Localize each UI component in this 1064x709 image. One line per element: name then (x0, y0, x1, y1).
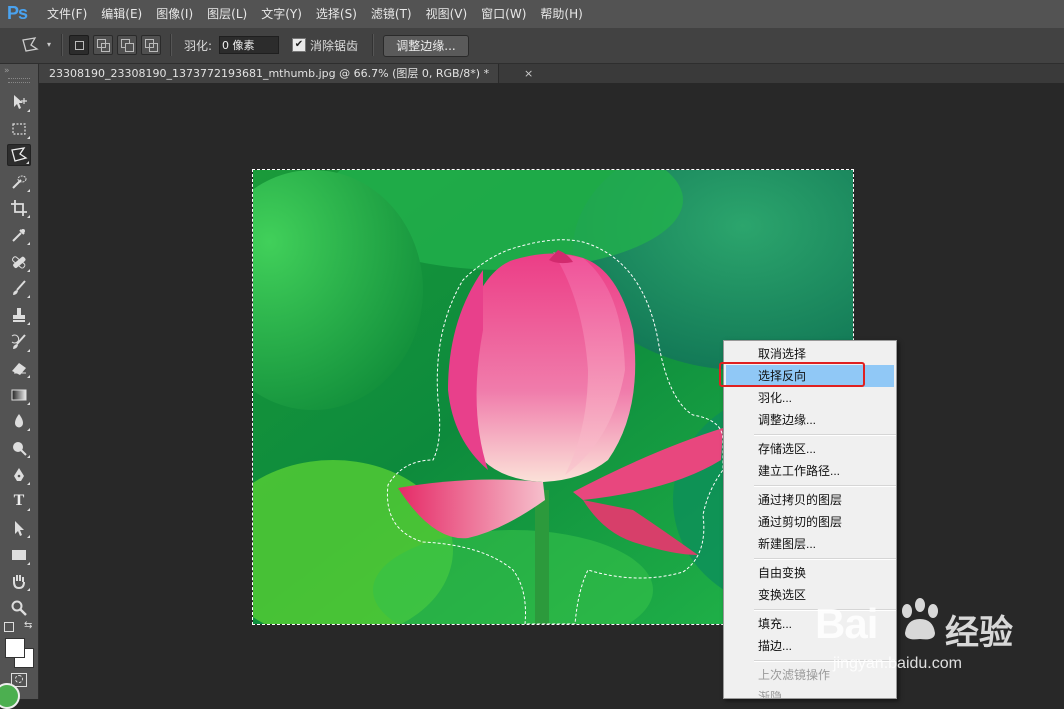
chevron-down-icon: ▾ (47, 40, 52, 49)
main-menu: 文件(F) 编辑(E) 图像(I) 图层(L) 文字(Y) 选择(S) 滤镜(T… (40, 0, 590, 28)
panel-grip[interactable] (8, 78, 30, 83)
watermark-brand: Bai (815, 600, 878, 647)
eraser-tool[interactable] (7, 357, 31, 379)
type-tool[interactable]: T (7, 490, 31, 512)
divider (372, 34, 374, 56)
menu-type[interactable]: 文字(Y) (254, 0, 309, 28)
dodge-tool[interactable] (7, 437, 31, 459)
menu-item-save-selection[interactable]: 存储选区... (724, 438, 896, 460)
tool-preset-picker[interactable]: ▾ (20, 36, 56, 56)
screen-mode-icon[interactable] (0, 683, 20, 709)
crop-icon (11, 200, 27, 216)
tools-panel: » T ⇆ (0, 64, 39, 709)
new-selection-button[interactable] (69, 35, 89, 55)
pen-icon (14, 468, 24, 481)
eyedropper-icon (12, 229, 25, 242)
document-tab[interactable]: 23308190_23308190_1373772193681_mthumb.j… (39, 64, 499, 83)
options-bar: ▾ 羽化: 0 像素 ✔ 消除锯齿 调整边缘... (0, 28, 1064, 64)
menu-separator (754, 434, 896, 436)
history-brush-icon (11, 334, 26, 349)
menu-item-feather[interactable]: 羽化... (724, 387, 896, 409)
healing-brush-icon (12, 256, 26, 269)
gradient-icon (11, 389, 27, 401)
swap-colors-icon[interactable]: ⇆ (24, 620, 32, 631)
menu-item-make-work-path[interactable]: 建立工作路径... (724, 460, 896, 482)
polygonal-lasso-tool[interactable] (7, 144, 31, 166)
menu-file[interactable]: 文件(F) (40, 0, 94, 28)
menu-layer[interactable]: 图层(L) (200, 0, 254, 28)
antialias-label: 消除锯齿 (310, 39, 359, 53)
menu-item-layer-via-copy[interactable]: 通过拷贝的图层 (724, 489, 896, 511)
menu-edit[interactable]: 编辑(E) (94, 0, 149, 28)
divider (61, 34, 63, 56)
photoshop-logo: Ps (7, 3, 28, 23)
gradient-tool[interactable] (7, 384, 31, 406)
menu-item-new-layer[interactable]: 新建图层... (724, 533, 896, 555)
rectangle-icon (12, 550, 26, 560)
refine-edge-button[interactable]: 调整边缘... (383, 35, 469, 57)
document-tab-bar: 23308190_23308190_1373772193681_mthumb.j… (39, 64, 1064, 83)
menu-window[interactable]: 窗口(W) (474, 0, 533, 28)
panel-collapse-icon[interactable]: » (4, 66, 10, 76)
feather-input[interactable]: 0 像素 (219, 36, 279, 54)
blur-icon (15, 414, 23, 428)
watermark-brand-2: 经验 (945, 613, 1013, 653)
foreground-color-swatch[interactable] (5, 638, 25, 658)
quick-select-tool[interactable] (7, 171, 31, 193)
menu-filter[interactable]: 滤镜(T) (364, 0, 419, 28)
clone-stamp-tool[interactable] (7, 304, 31, 326)
intersect-selection-button[interactable] (141, 35, 161, 55)
menu-item-fade: 渐隐 (758, 690, 783, 699)
default-colors-icon[interactable] (4, 622, 14, 632)
subtract-from-selection-button[interactable] (117, 35, 137, 55)
move-tool[interactable] (7, 91, 31, 113)
dodge-icon (13, 442, 27, 456)
polygonal-lasso-icon (22, 37, 39, 52)
menu-separator (754, 558, 896, 560)
zoom-tool[interactable] (7, 597, 31, 619)
healing-brush-tool[interactable] (7, 251, 31, 273)
eyedropper-tool[interactable] (7, 224, 31, 246)
brush-tool[interactable] (7, 277, 31, 299)
eraser-icon (12, 363, 26, 375)
hand-tool[interactable] (7, 570, 31, 592)
quick-select-icon (12, 175, 27, 189)
rectangle-tool[interactable] (7, 544, 31, 566)
menu-item-refine-edge[interactable]: 调整边缘... (724, 409, 896, 431)
divider (170, 34, 172, 56)
marquee-tool[interactable] (7, 118, 31, 140)
path-select-tool[interactable] (7, 517, 31, 539)
menu-separator (754, 485, 896, 487)
blur-tool[interactable] (7, 410, 31, 432)
type-icon: T (13, 492, 25, 509)
menu-item-layer-via-cut[interactable]: 通过剪切的图层 (724, 511, 896, 533)
menu-select[interactable]: 选择(S) (309, 0, 364, 28)
brush-icon (13, 280, 26, 295)
zoom-icon (11, 600, 27, 616)
menu-help[interactable]: 帮助(H) (533, 0, 589, 28)
history-brush-tool[interactable] (7, 331, 31, 353)
menu-bar: Ps 文件(F) 编辑(E) 图像(I) 图层(L) 文字(Y) 选择(S) 滤… (0, 0, 1064, 28)
menu-item-free-transform[interactable]: 自由变换 (724, 562, 896, 584)
add-to-selection-button[interactable] (93, 35, 113, 55)
watermark-url: jingyan.baidu.com (833, 655, 962, 672)
antialias-checkbox[interactable]: ✔ (292, 38, 306, 52)
clone-stamp-icon (13, 308, 25, 322)
highlight-callout (719, 362, 865, 387)
crop-tool[interactable] (7, 197, 31, 219)
pen-tool[interactable] (7, 464, 31, 486)
path-select-icon (15, 521, 24, 536)
feather-label: 羽化: (184, 39, 213, 53)
marquee-icon (12, 123, 26, 135)
paw-icon (902, 598, 938, 640)
hand-icon (13, 575, 25, 590)
close-icon[interactable]: × (524, 64, 533, 83)
menu-view[interactable]: 视图(V) (419, 0, 475, 28)
move-icon (14, 95, 27, 109)
menu-image[interactable]: 图像(I) (149, 0, 200, 28)
